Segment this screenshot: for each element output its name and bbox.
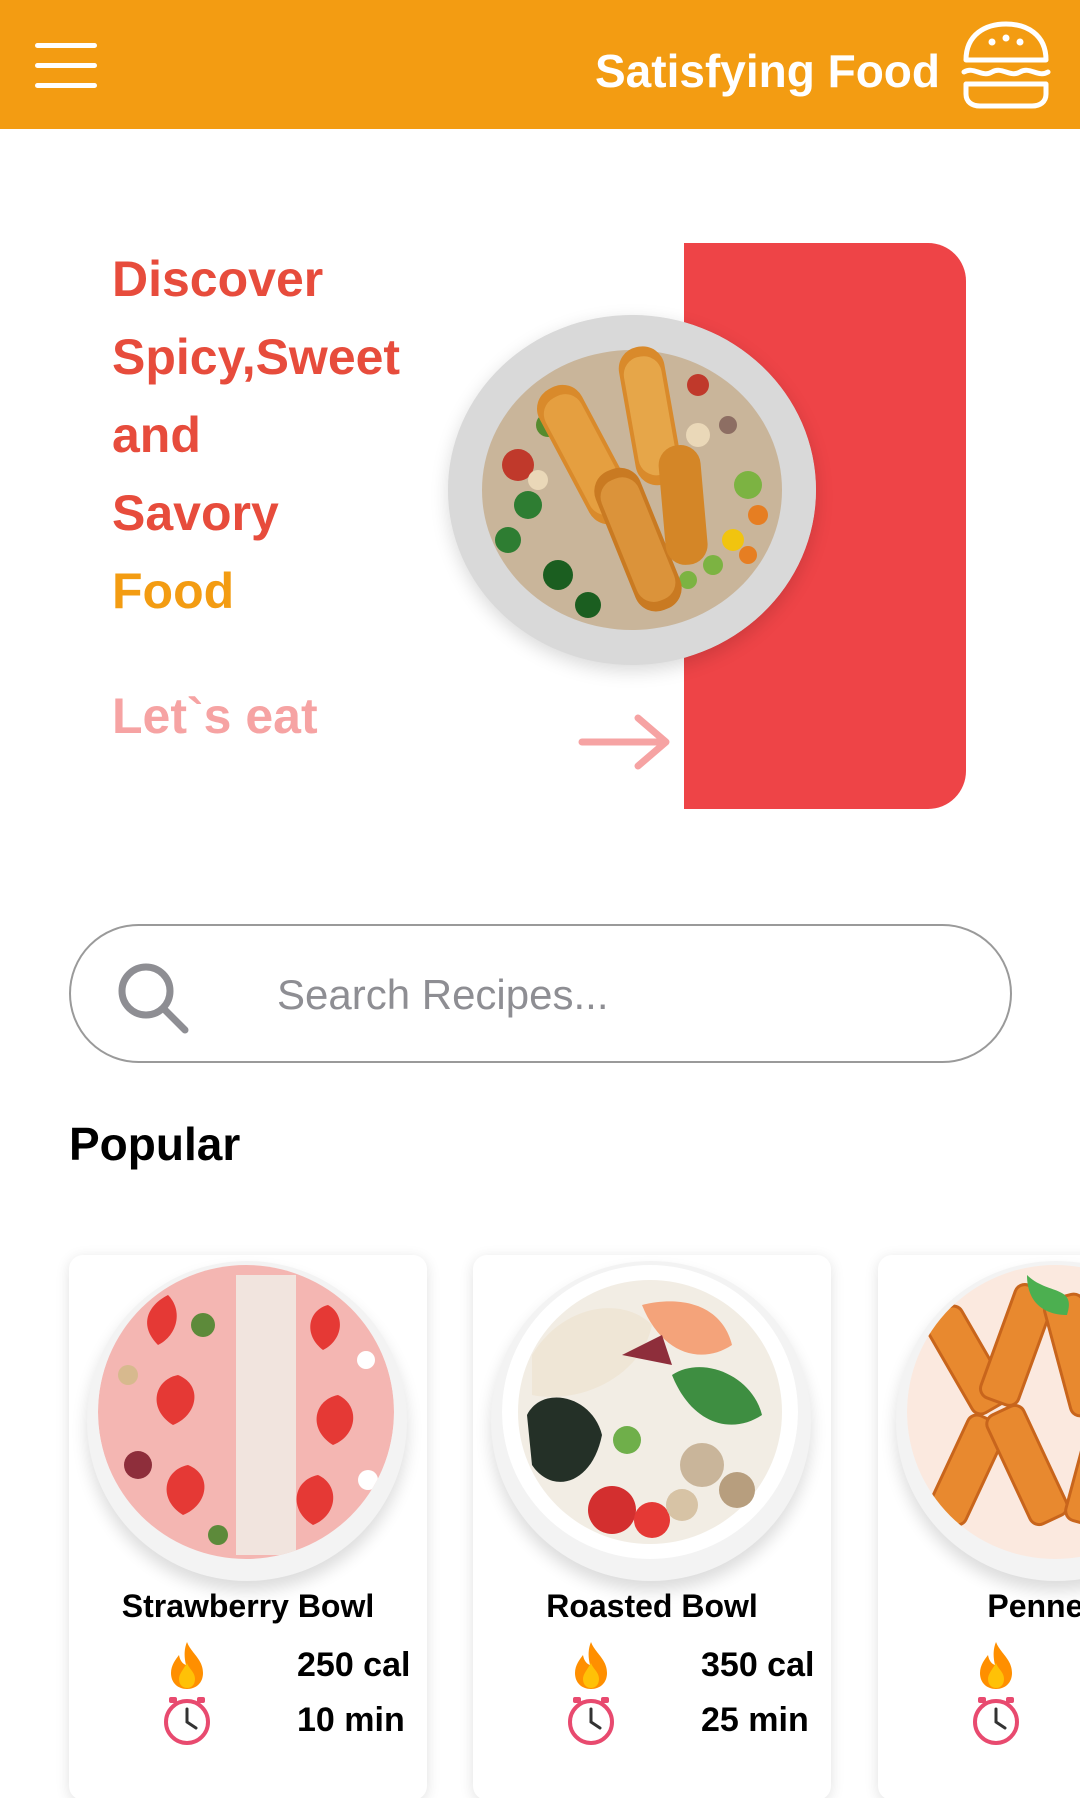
hero-dish-image bbox=[448, 315, 816, 665]
recipe-image bbox=[98, 1265, 394, 1559]
recipe-card[interactable]: Strawberry Bowl 250 cal 10 min bbox=[69, 1255, 427, 1798]
hero-headline-line: Spicy,Sweet bbox=[112, 329, 401, 385]
clock-icon bbox=[568, 1697, 614, 1745]
fire-icon bbox=[980, 1642, 1012, 1689]
hero-headline-line: Discover bbox=[112, 251, 324, 307]
clock-icon bbox=[973, 1697, 1019, 1745]
time-value: 25 min bbox=[701, 1701, 809, 1739]
app-title: Satisfying Food bbox=[595, 45, 940, 97]
hero-headline-line: Savory bbox=[112, 485, 279, 541]
clock-icon bbox=[164, 1697, 210, 1745]
burger-icon bbox=[961, 21, 1051, 109]
recipe-name: Penne Ar bbox=[987, 1588, 1080, 1624]
hamburger-menu-icon[interactable] bbox=[30, 38, 102, 94]
recipe-card[interactable]: Roasted Bowl 350 cal 25 min bbox=[473, 1255, 831, 1798]
recipe-name: Roasted Bowl bbox=[546, 1588, 758, 1624]
recipe-image bbox=[502, 1265, 798, 1559]
lets-eat-link[interactable]: Let`s eat bbox=[112, 684, 318, 748]
search-input[interactable] bbox=[277, 956, 957, 1034]
search-bar[interactable] bbox=[69, 924, 1012, 1063]
fire-icon bbox=[575, 1642, 607, 1689]
home-screen: Satisfying Food Discover Spicy,Sweet and… bbox=[0, 0, 1080, 1798]
calories-value: 350 cal bbox=[701, 1646, 815, 1684]
app-bar: Satisfying Food bbox=[0, 0, 1080, 129]
hero-headline: Discover Spicy,Sweet and Savory Food bbox=[112, 240, 442, 630]
popular-section-title: Popular bbox=[69, 1118, 241, 1170]
recipe-card[interactable]: Penne Ar 50 60 bbox=[878, 1255, 1080, 1798]
recipe-name: Strawberry Bowl bbox=[121, 1588, 375, 1624]
arrow-right-icon[interactable] bbox=[578, 712, 674, 772]
fire-icon bbox=[171, 1642, 203, 1689]
hero-headline-line: and bbox=[112, 407, 201, 463]
calories-value: 250 cal bbox=[297, 1646, 411, 1684]
time-value: 10 min bbox=[297, 1701, 405, 1739]
search-icon bbox=[118, 963, 189, 1034]
hero-headline-accent: Food bbox=[112, 563, 235, 619]
